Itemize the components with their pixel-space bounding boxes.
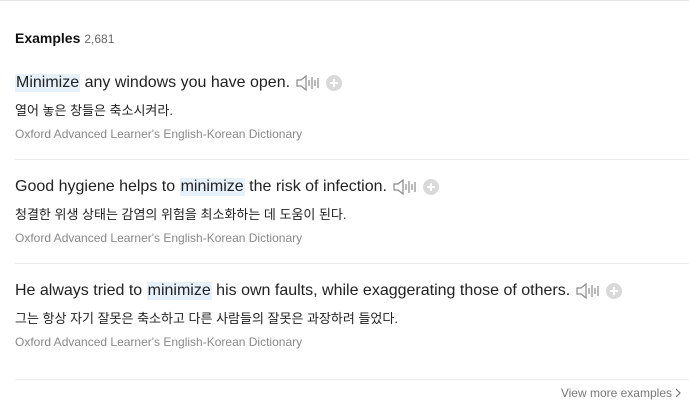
example-source: Oxford Advanced Learner's English-Korean…: [15, 127, 303, 141]
sentence-before: Good hygiene helps to: [15, 178, 180, 195]
example-sentence: He always tried to minimize his own faul…: [15, 280, 623, 302]
example-item: Minimize any windows you have open. 열어 놓…: [15, 56, 689, 160]
sentence-after: his own faults, while exaggerating those…: [211, 282, 571, 299]
example-translation: 그는 항상 자기 잘못은 축소하고 다른 사람들의 잘못은 과장하려 들었다.: [15, 311, 398, 326]
speaker-icon[interactable]: [296, 74, 320, 92]
example-source: Oxford Advanced Learner's English-Korean…: [15, 231, 303, 245]
highlighted-word[interactable]: minimize: [179, 178, 245, 196]
examples-panel: Examples 2,681 Minimize any windows you …: [0, 0, 689, 409]
view-more-label: View more examples: [560, 386, 672, 400]
sentence-before: He always tried to: [15, 282, 147, 299]
example-sentence: Minimize any windows you have open.: [15, 72, 343, 94]
plus-icon[interactable]: [422, 179, 439, 195]
example-item: He always tried to minimize his own faul…: [15, 264, 689, 380]
sentence-after: the risk of infection.: [244, 178, 387, 195]
example-source: Oxford Advanced Learner's English-Korean…: [15, 335, 303, 349]
highlighted-word[interactable]: minimize: [146, 282, 212, 300]
examples-title: Examples: [15, 30, 81, 46]
example-sentence: Good hygiene helps to minimize the risk …: [15, 176, 439, 198]
examples-header: Examples 2,681: [15, 30, 114, 50]
examples-count: 2,681: [84, 32, 115, 46]
example-item: Good hygiene helps to minimize the risk …: [15, 160, 689, 264]
highlighted-word[interactable]: Minimize: [15, 74, 81, 92]
view-more-examples-link[interactable]: View more examples: [561, 386, 681, 400]
plus-icon[interactable]: [326, 75, 343, 91]
plus-icon[interactable]: [606, 283, 623, 299]
example-translation: 열어 놓은 창들은 축소시켜라.: [15, 103, 173, 118]
speaker-icon[interactable]: [576, 282, 600, 300]
chevron-right-icon: [675, 388, 681, 398]
sentence-after: any windows you have open.: [80, 74, 291, 91]
example-translation: 청결한 위생 상태는 감염의 위험을 최소화하는 데 도움이 된다.: [15, 207, 347, 222]
speaker-icon[interactable]: [393, 178, 417, 196]
